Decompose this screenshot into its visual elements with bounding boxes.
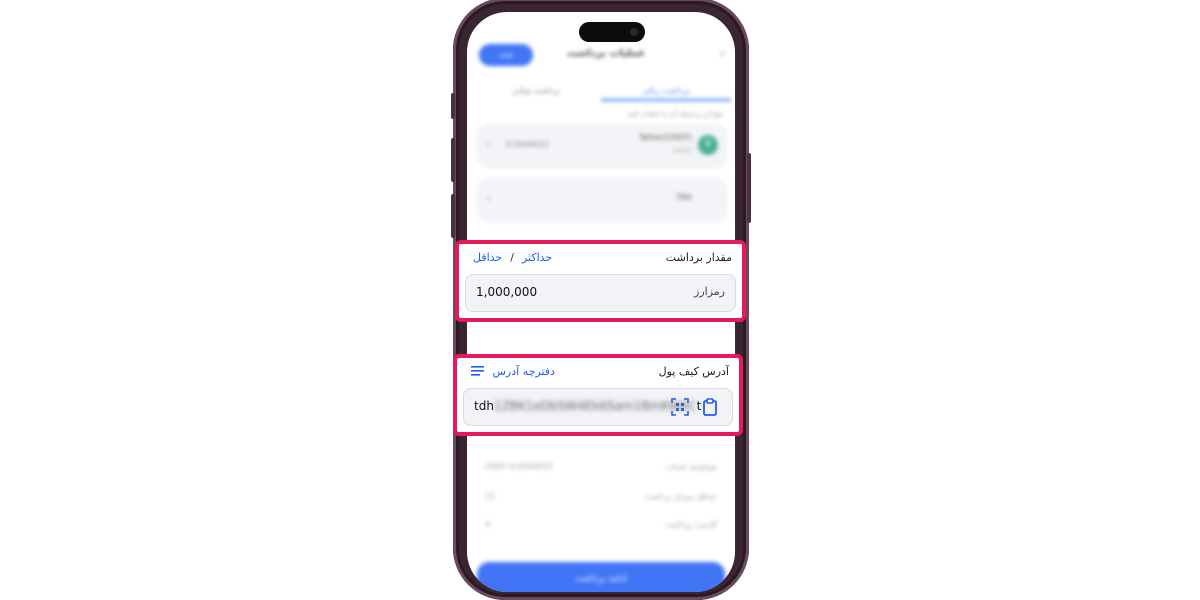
address-book-link[interactable]: دفترچه آدرس	[471, 365, 555, 379]
amount-input[interactable]: رمزارز 1,000,000	[465, 274, 736, 312]
amount-unit: رمزارز	[694, 285, 725, 298]
volume-down-button	[451, 194, 455, 238]
min-link[interactable]: حداقل	[473, 251, 502, 264]
continue-button[interactable]: ادامه برداشت	[477, 562, 725, 592]
chevron-left-icon: ‹	[486, 137, 491, 151]
tab-rial[interactable]: برداشت ریالی	[601, 86, 731, 101]
amount-value: 1,000,000	[476, 285, 538, 299]
paste-icon[interactable]	[700, 397, 720, 417]
wallet-address-panel: آدرس کیف پول دفترچه آدرس tdh1ZBK1eDbSW4E…	[453, 354, 743, 436]
max-link[interactable]: حداکثر	[522, 251, 552, 264]
tab-token[interactable]: برداشت توکنی	[471, 86, 601, 95]
list-icon	[471, 365, 484, 379]
dynamic-island	[579, 22, 645, 42]
address-book-label: دفترچه آدرس	[492, 365, 555, 378]
app-bar-button[interactable]: ثبت	[479, 44, 533, 66]
separator: /	[510, 251, 514, 264]
page-title: عملیات برداشت	[567, 48, 645, 59]
coin-symbol: USDT	[672, 147, 692, 155]
power-button	[747, 153, 751, 223]
tabs: برداشت ریالی برداشت توکنی	[467, 86, 735, 108]
app-bar: ثبت عملیات برداشت ›	[467, 42, 735, 82]
wallet-label: آدرس کیف پول	[658, 365, 729, 378]
wallet-address-value: tdh1ZBK1eDbSW4Ek6Sam1BmKW6Ct	[474, 399, 702, 413]
withdraw-amount-panel: مقدار برداشت حداکثر / حداقل رمزارز 1,000,0…	[455, 240, 746, 322]
network-selector[interactable]: TRX ‹	[477, 178, 727, 222]
amount-label: مقدار برداشت	[665, 251, 732, 264]
coin-name: Tether(USDT)	[638, 133, 692, 142]
coin-balance: 0.0544022	[506, 140, 550, 149]
chevron-left-icon: ‹	[486, 191, 491, 205]
action-button	[451, 93, 455, 119]
tether-icon: ₮	[698, 135, 718, 155]
min-max-links: حداکثر / حداقل	[473, 251, 552, 264]
camera-icon	[630, 28, 638, 36]
network-name: TRX	[676, 193, 692, 202]
wallet-address-input[interactable]: tdh1ZBK1eDbSW4Ek6Sam1BmKW6Ct	[463, 388, 733, 426]
chevron-right-icon[interactable]: ›	[719, 46, 725, 62]
coin-selector[interactable]: ₮ Tether(USDT) USDT 0.0544022 ‹	[477, 124, 727, 168]
hint-text: نوع ارز و شبکه آن را انتخاب کنید	[627, 110, 723, 118]
volume-up-button	[451, 138, 455, 182]
